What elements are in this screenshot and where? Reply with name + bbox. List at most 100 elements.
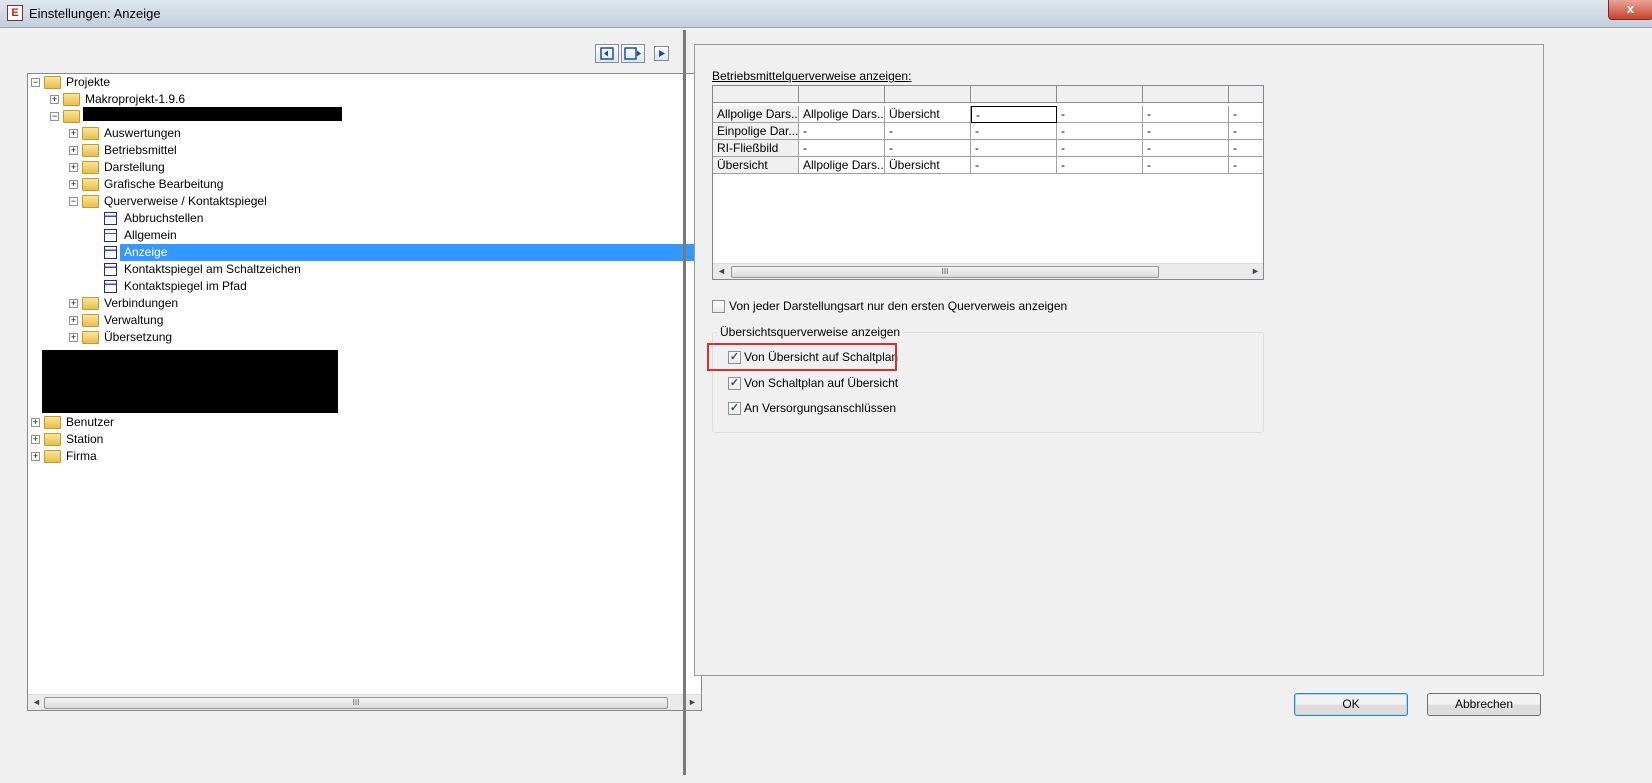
expand-toggle[interactable]: + [69,333,78,342]
table-horizontal-scrollbar[interactable]: ◄ III ► [713,263,1263,279]
tree-label: Abbruchstellen [124,211,204,225]
row-header[interactable]: Einpolige Dar... [713,123,799,140]
table-cell[interactable]: - [971,157,1057,174]
table-cell[interactable]: - [1057,140,1143,157]
expand-toggle[interactable]: + [69,316,78,325]
folder-icon [82,178,99,191]
window-title: Einstellungen: Anzeige [29,6,161,21]
column-header[interactable] [971,86,1057,103]
table-cell[interactable]: - [1143,157,1229,174]
table-cell[interactable]: Übersicht [885,106,971,123]
folder-icon [82,144,99,157]
schematic-to-overview-label[interactable]: Von Schaltplan auf Übersicht [744,376,898,390]
collapse-toggle[interactable]: − [50,112,59,121]
table-cell[interactable]: - [1143,106,1229,123]
folder-icon [82,195,99,208]
column-header[interactable] [1143,86,1229,103]
table-cell[interactable]: - [1229,123,1263,140]
column-header[interactable] [799,86,885,103]
tree-label: Kontaktspiegel im Pfad [124,279,247,293]
pane-splitter[interactable] [683,30,686,775]
table-cell[interactable]: Übersicht [885,157,971,174]
table-cell-current[interactable]: - [971,106,1057,123]
first-only-label[interactable]: Von jeder Darstellungsart nur den ersten… [729,299,1067,313]
table-cell[interactable]: - [885,140,971,157]
table-cell[interactable]: - [1057,157,1143,174]
collapse-toggle[interactable]: − [69,197,78,206]
tree-label: Verbindungen [104,296,179,310]
collapse-toggle[interactable]: − [31,78,40,87]
settings-page-icon [104,263,117,276]
expand-toggle[interactable]: + [69,129,78,138]
tree-label: Makroprojekt-1.9.6 [85,92,186,106]
tree-label: Projekte [66,75,111,89]
table-cell[interactable]: - [1143,140,1229,157]
tree-label: Querverweise / Kontaktspiegel [104,194,267,208]
column-header[interactable] [713,86,799,103]
row-header[interactable]: Allpolige Dars... [713,106,799,123]
table-cell[interactable]: - [971,123,1057,140]
column-header[interactable] [885,86,971,103]
scroll-left-icon[interactable]: ◄ [717,266,726,276]
scroll-right-icon[interactable]: ► [688,697,697,707]
cross-reference-table[interactable]: Allpolige Dars... Allpolige Dars... Über… [712,85,1264,280]
expand-toggle[interactable]: + [31,418,40,427]
expand-toggle[interactable]: + [31,452,40,461]
settings-tree[interactable]: − Projekte + Makroprojekt-1.9.6 − + Ausw… [27,73,702,711]
tree-label: Benutzer [66,415,115,429]
folder-icon [63,110,80,123]
collapse-pane-glyph [624,47,641,60]
supply-connections-checkbox[interactable]: ✓ [728,402,741,415]
table-cell[interactable]: - [1057,123,1143,140]
expand-toggle[interactable]: + [69,180,78,189]
title-bar[interactable]: E Einstellungen: Anzeige x [0,0,1652,28]
expand-toggle[interactable]: + [69,163,78,172]
tree-label: Allgemein [124,228,177,242]
expand-toggle[interactable]: + [69,299,78,308]
settings-dialog: E Einstellungen: Anzeige x − Projekte + … [0,0,1652,783]
table-cell[interactable]: - [1229,106,1263,123]
redacted-block [83,107,342,121]
table-cell[interactable]: - [1057,106,1143,123]
folder-icon [44,76,61,89]
tree-label: Station [66,432,104,446]
scroll-thumb[interactable]: III [44,697,668,709]
column-header[interactable] [1229,86,1263,103]
table-cell[interactable]: - [1229,140,1263,157]
table-cell[interactable]: Allpolige Dars... [799,106,885,123]
settings-page-icon [104,212,117,225]
table-cell[interactable]: - [971,140,1057,157]
table-cell[interactable]: Allpolige Dars... [799,157,885,174]
folder-icon [44,450,61,463]
tree-horizontal-scrollbar[interactable]: ◄ III ► [28,694,701,710]
tree-label: Verwaltung [104,313,164,327]
supply-connections-label[interactable]: An Versorgungsanschlüssen [744,401,896,415]
first-only-checkbox[interactable] [712,300,725,313]
table-cell[interactable]: - [799,123,885,140]
table-cell[interactable]: - [1229,157,1263,174]
schematic-to-overview-checkbox[interactable]: ✓ [728,377,741,390]
collapse-pane-icon[interactable] [621,44,645,63]
row-header[interactable]: RI-Fließbild [713,140,799,157]
folder-icon [82,331,99,344]
ok-button[interactable]: OK [1294,693,1408,716]
table-cell[interactable]: - [885,123,971,140]
close-button[interactable]: x [1608,0,1652,20]
scroll-left-icon[interactable]: ◄ [32,697,41,707]
table-label: Betriebsmittelquerverweise anzeigen: [712,69,912,83]
expand-pane-icon[interactable] [595,44,619,63]
scroll-right-icon[interactable]: ► [1251,266,1260,276]
cancel-button[interactable]: Abbrechen [1427,693,1541,716]
folder-icon [82,161,99,174]
folder-icon [44,433,61,446]
row-header[interactable]: Übersicht [713,157,799,174]
play-icon[interactable] [654,46,669,61]
scroll-thumb[interactable]: III [731,266,1159,278]
table-cell[interactable]: - [799,140,885,157]
table-cell[interactable]: - [1143,123,1229,140]
selection-highlight [120,244,701,261]
expand-toggle[interactable]: + [69,146,78,155]
expand-toggle[interactable]: + [31,435,40,444]
column-header[interactable] [1057,86,1143,103]
expand-toggle[interactable]: + [50,95,59,104]
